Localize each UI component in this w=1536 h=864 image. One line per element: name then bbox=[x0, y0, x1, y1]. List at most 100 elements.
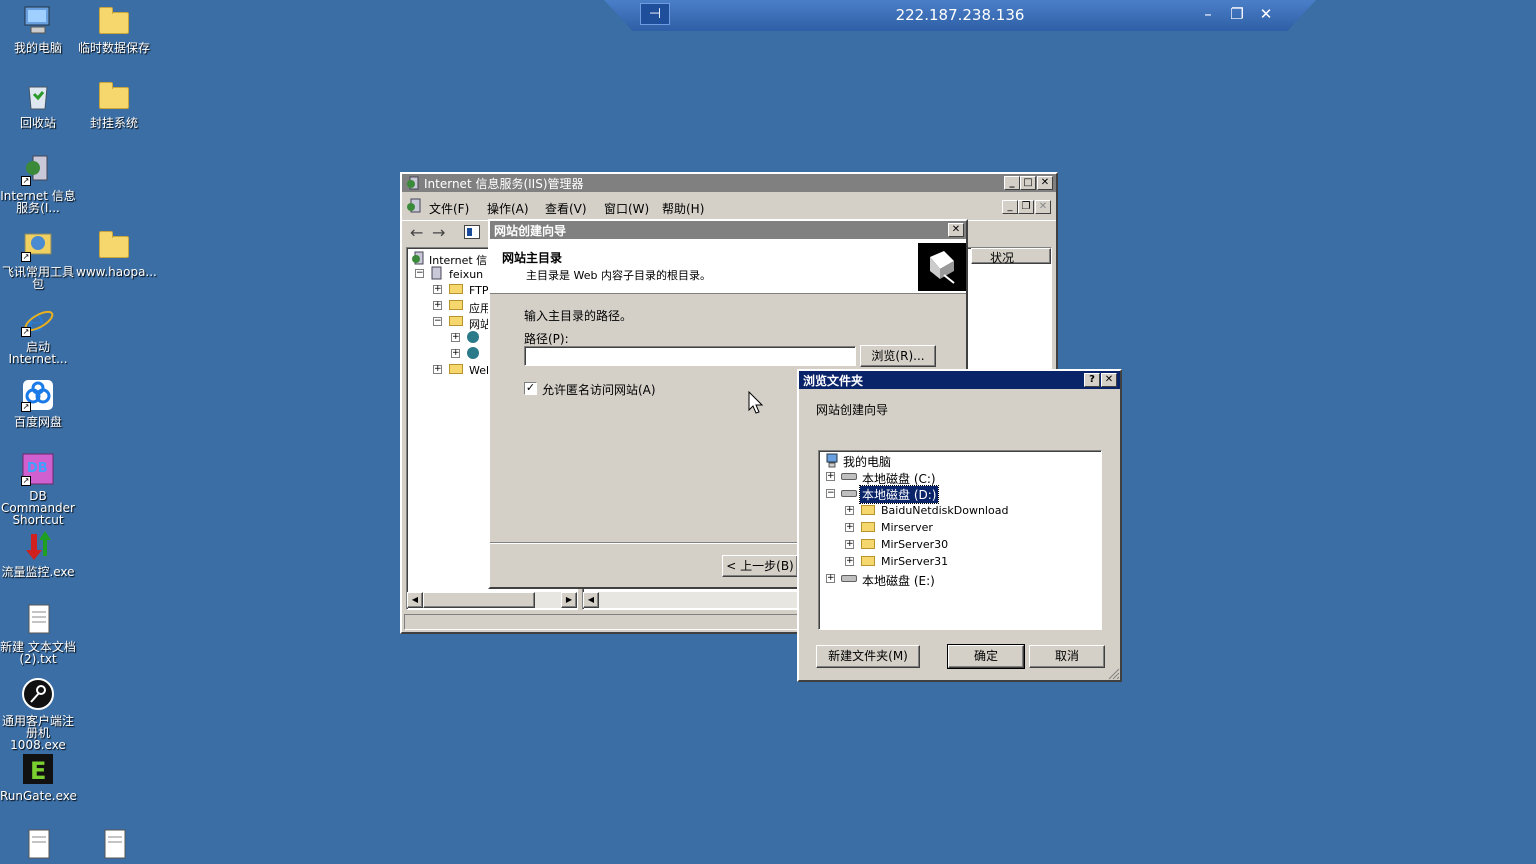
ok-button-label: 确定 bbox=[973, 649, 998, 663]
new-folder-button-label: 新建文件夹(M) bbox=[828, 649, 908, 663]
desktop-icon-rungate[interactable]: E RunGate.exe bbox=[0, 752, 77, 803]
tree-hscrollbar[interactable]: ◀ ▶ bbox=[407, 592, 577, 608]
collapse-icon[interactable]: − bbox=[826, 489, 835, 498]
desktop-icon-label: RunGate.exe bbox=[0, 789, 77, 803]
expand-icon[interactable]: + bbox=[451, 349, 460, 358]
collapse-icon[interactable]: − bbox=[433, 317, 442, 326]
tree-folder[interactable]: MirServer31 bbox=[881, 555, 948, 568]
collapse-icon[interactable]: − bbox=[415, 269, 424, 278]
menu-help[interactable]: 帮助(H) bbox=[662, 200, 704, 217]
expand-icon[interactable]: + bbox=[826, 574, 835, 583]
tree-server[interactable]: feixun bbox=[449, 268, 483, 281]
expand-icon[interactable]: + bbox=[826, 472, 835, 481]
desktop-icon-iis[interactable]: ↗ Internet 信息服务(I... bbox=[0, 152, 76, 214]
minimize-button[interactable]: _ bbox=[1004, 176, 1020, 190]
menu-file[interactable]: 文件(F) bbox=[429, 200, 469, 217]
close-button[interactable]: ✕ bbox=[948, 223, 964, 237]
tree-drive-c[interactable]: 本地磁盘 (C:) bbox=[862, 470, 936, 487]
desktop-icon-recycle-bin[interactable]: 回收站 bbox=[0, 79, 76, 129]
maximize-button[interactable]: □ bbox=[1020, 176, 1036, 190]
menu-window[interactable]: 窗口(W) bbox=[604, 200, 649, 217]
forward-arrow-icon[interactable]: → bbox=[432, 223, 445, 242]
desktop-icon-traffic-monitor[interactable]: 流量监控.exe bbox=[0, 528, 76, 578]
globe-icon bbox=[467, 347, 479, 359]
text-file-icon bbox=[97, 828, 131, 862]
desktop-icon-label: 我的电脑 bbox=[13, 41, 62, 55]
tree-my-computer[interactable]: 我的电脑 bbox=[843, 453, 891, 470]
server-icon bbox=[431, 266, 442, 280]
restore-icon[interactable]: ❐ bbox=[1226, 5, 1248, 23]
desktop-icon-partial-file[interactable] bbox=[0, 828, 76, 864]
desktop-icon-fenggua[interactable]: 封挂系统 bbox=[76, 79, 152, 129]
desktop-icon-feixun-tools[interactable]: ↗ 飞讯常用工具包 bbox=[0, 228, 76, 290]
new-folder-button[interactable]: 新建文件夹(M) bbox=[816, 645, 920, 668]
desktop-icon-baidu-netdisk[interactable]: ↗ 百度网盘 bbox=[0, 378, 76, 428]
help-button[interactable]: ? bbox=[1084, 373, 1100, 387]
desktop-icon-label: 回收站 bbox=[19, 116, 56, 130]
back-arrow-icon[interactable]: ← bbox=[410, 223, 423, 242]
scroll-left-arrow[interactable]: ◀ bbox=[407, 592, 423, 608]
desktop-icon-label: DB Commander Shortcut bbox=[1, 489, 75, 527]
scroll-right-arrow[interactable]: ▶ bbox=[561, 592, 577, 608]
show-hide-tree-icon[interactable] bbox=[464, 225, 480, 239]
anonymous-access-checkbox[interactable]: ✓ bbox=[524, 382, 537, 395]
expand-icon[interactable]: + bbox=[433, 301, 442, 310]
close-button[interactable]: ✕ bbox=[1101, 373, 1117, 387]
desktop-icon-keygen[interactable]: 通用客户端注册机1008.exe bbox=[0, 677, 76, 751]
tree-item-ftp[interactable]: FTP bbox=[469, 284, 489, 297]
expand-icon[interactable]: + bbox=[845, 523, 854, 532]
expand-icon[interactable]: + bbox=[433, 365, 442, 374]
folder-icon bbox=[861, 505, 875, 515]
close-icon[interactable]: ✕ bbox=[1255, 5, 1277, 23]
tree-folder[interactable]: Mirserver bbox=[881, 521, 933, 534]
keygen-icon bbox=[21, 677, 55, 711]
mdi-close-button[interactable]: ✕ bbox=[1035, 200, 1051, 214]
expand-icon[interactable]: + bbox=[845, 557, 854, 566]
tree-folder[interactable]: MirServer30 bbox=[881, 538, 948, 551]
recycle-bin-icon bbox=[21, 79, 55, 113]
mdi-restore-button[interactable]: ❐ bbox=[1018, 200, 1034, 214]
tree-drive-e[interactable]: 本地磁盘 (E:) bbox=[862, 572, 935, 589]
anonymous-access-label[interactable]: 允许匿名访问网站(A) bbox=[542, 381, 656, 398]
mdi-minimize-button[interactable]: _ bbox=[1002, 200, 1018, 214]
computer-icon bbox=[21, 4, 55, 38]
desktop-icon-ie[interactable]: e ↗ 启动 Internet... bbox=[0, 303, 76, 365]
desktop-icon-haopa[interactable]: www.haopa... bbox=[76, 228, 157, 278]
iis-title: Internet 信息服务(IIS)管理器 bbox=[424, 176, 584, 191]
menu-view[interactable]: 查看(V) bbox=[545, 200, 587, 217]
tree-folder[interactable]: BaiduNetdiskDownload bbox=[881, 504, 1008, 517]
desktop-icon-new-text[interactable]: 新建 文本文档 (2).txt bbox=[0, 603, 76, 665]
path-input[interactable] bbox=[524, 346, 856, 366]
folder-tree[interactable]: 我的电脑 + 本地磁盘 (C:) − 本地磁盘 (D:) + BaiduNetd… bbox=[818, 450, 1102, 630]
scroll-thumb[interactable] bbox=[423, 592, 535, 608]
computer-icon bbox=[826, 453, 838, 468]
scroll-left-arrow[interactable]: ◀ bbox=[583, 592, 599, 608]
wizard-book-icon bbox=[918, 243, 966, 291]
tree-drive-d[interactable]: 本地磁盘 (D:) bbox=[858, 485, 940, 504]
svg-text:E: E bbox=[30, 757, 46, 785]
close-button[interactable]: ✕ bbox=[1037, 176, 1053, 190]
folder-icon bbox=[861, 556, 875, 566]
folder-icon bbox=[97, 79, 131, 113]
desktop-icon-db-commander[interactable]: DB ↗ DB Commander Shortcut bbox=[0, 452, 76, 526]
desktop-icon-my-computer[interactable]: 我的电脑 bbox=[0, 4, 76, 54]
iis-icon bbox=[412, 251, 424, 265]
minimize-icon[interactable]: – bbox=[1197, 5, 1219, 23]
folder-icon bbox=[861, 539, 875, 549]
expand-icon[interactable]: + bbox=[451, 333, 460, 342]
expand-icon[interactable]: + bbox=[433, 285, 442, 294]
browse-button[interactable]: 浏览(R)... bbox=[860, 345, 936, 367]
desktop-icon-label: 飞讯常用工具包 bbox=[1, 265, 74, 291]
ok-button[interactable]: 确定 bbox=[947, 644, 1025, 669]
expand-icon[interactable]: + bbox=[845, 506, 854, 515]
internet-explorer-icon: e ↗ bbox=[21, 303, 55, 339]
column-header-status[interactable]: 状况 bbox=[971, 248, 1051, 265]
desktop-icon-temp-data[interactable]: 临时数据保存 bbox=[76, 4, 152, 54]
cancel-button[interactable]: 取消 bbox=[1029, 645, 1105, 668]
browse-folder-dialog: 浏览文件夹 ? ✕ 网站创建向导 我的电脑 + 本地磁盘 (C:) − 本地磁盘… bbox=[797, 369, 1122, 682]
expand-icon[interactable]: + bbox=[845, 540, 854, 549]
resize-grip-icon[interactable] bbox=[1108, 668, 1120, 680]
desktop-icon-partial-file[interactable] bbox=[76, 828, 152, 864]
menu-action[interactable]: 操作(A) bbox=[487, 200, 529, 217]
back-button[interactable]: < 上一步(B) bbox=[722, 555, 798, 577]
